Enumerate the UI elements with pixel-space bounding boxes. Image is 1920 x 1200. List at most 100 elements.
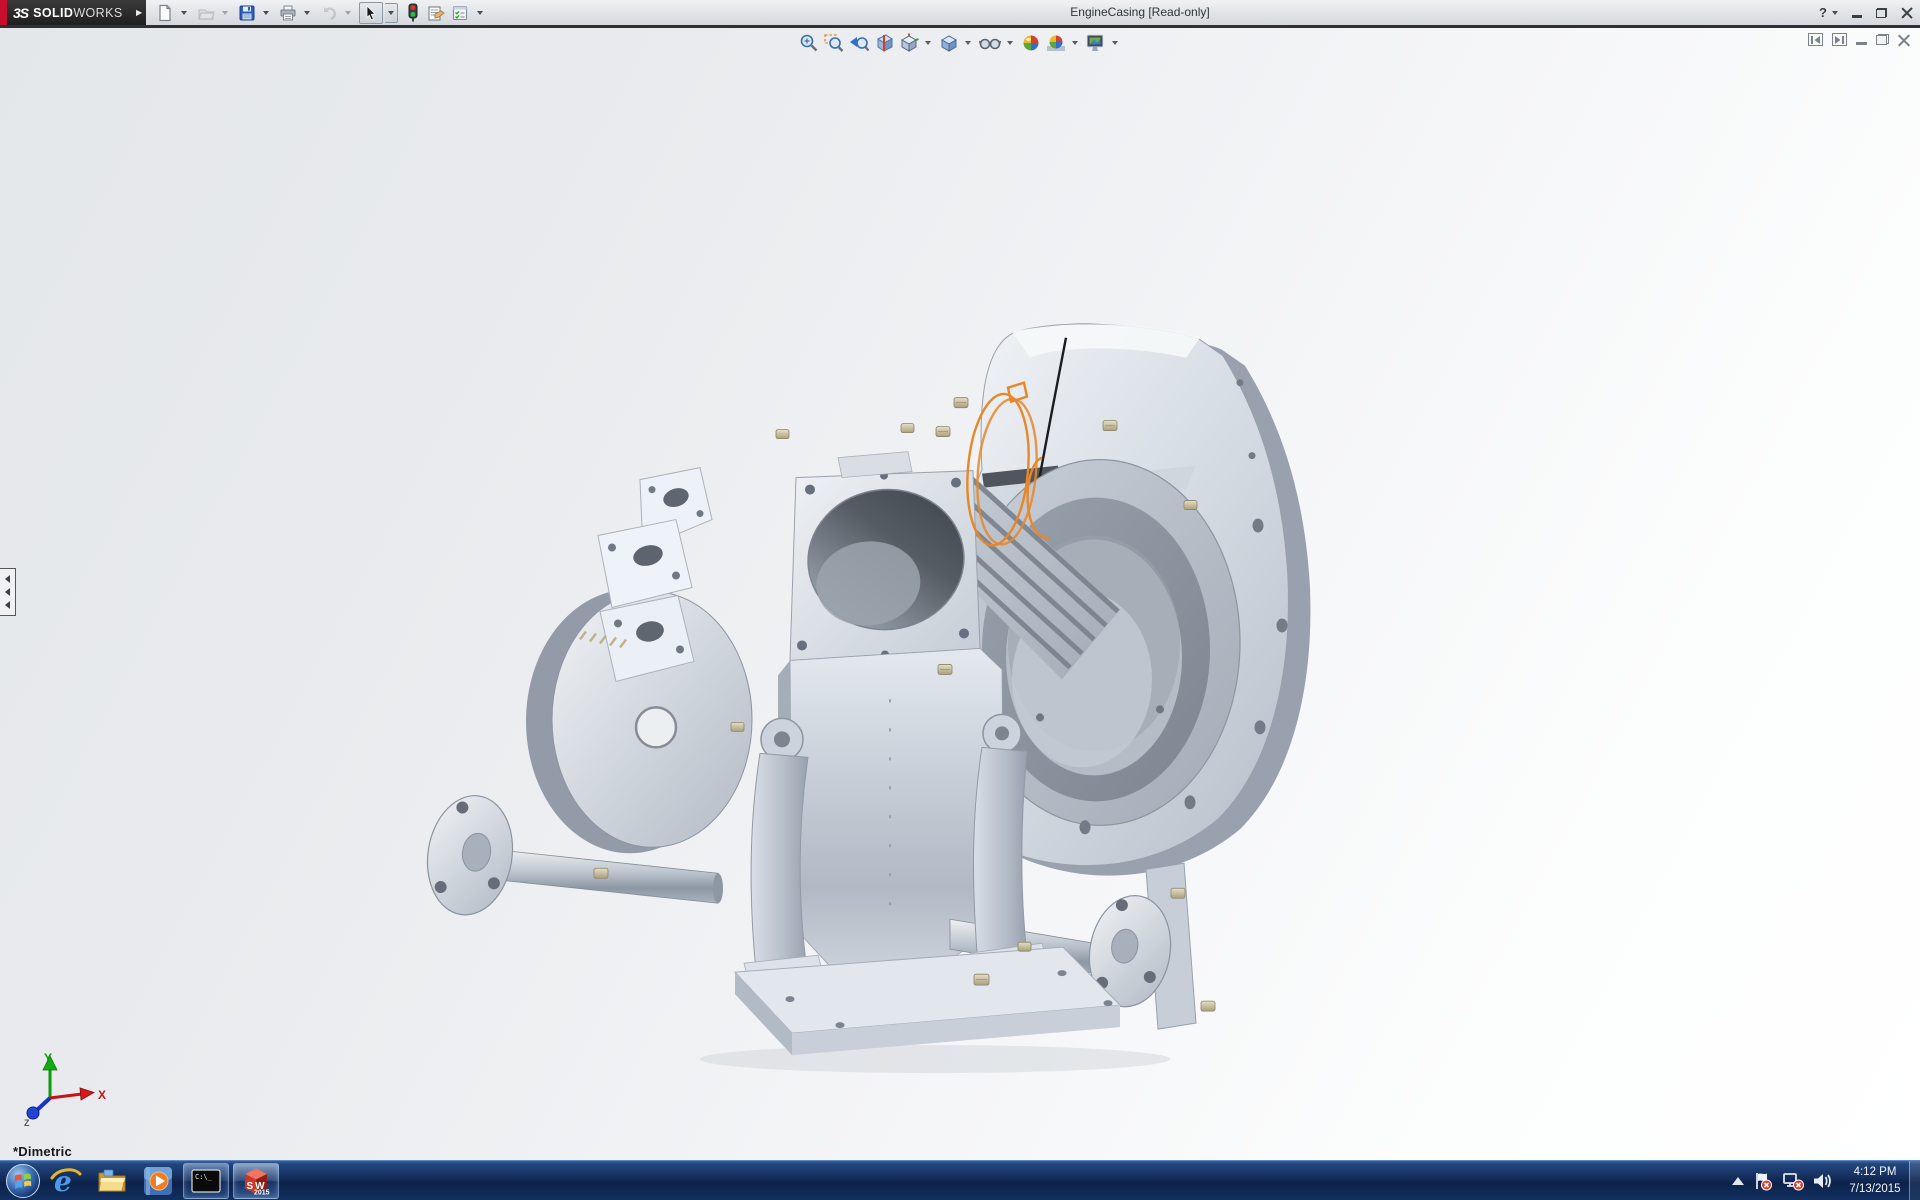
print-icon bbox=[279, 4, 297, 22]
apply-scene-button[interactable] bbox=[1045, 32, 1067, 54]
sw-year: 2015 bbox=[254, 1190, 270, 1197]
window-controls: ? bbox=[1819, 0, 1912, 25]
eyeglasses-icon bbox=[979, 33, 1001, 53]
collapse-arrow-icon bbox=[5, 575, 10, 583]
print-button[interactable] bbox=[277, 3, 299, 23]
pane-arrow-left-icon bbox=[1811, 36, 1820, 44]
windows-explorer-button[interactable] bbox=[89, 1162, 135, 1200]
show-desktop-button[interactable] bbox=[1909, 1161, 1920, 1200]
action-center-flag-icon[interactable] bbox=[1753, 1171, 1773, 1191]
view-orientation-dropdown-arrow[interactable] bbox=[925, 41, 931, 45]
windows-taskbar: e bbox=[0, 1160, 1920, 1200]
new-dropdown-arrow[interactable] bbox=[181, 11, 187, 15]
help-dropdown-arrow[interactable] bbox=[1832, 11, 1838, 15]
system-tray: 4:12 PM 7/13/2015 bbox=[1732, 1161, 1908, 1200]
media-player-button[interactable] bbox=[135, 1162, 181, 1200]
select-dropdown-arrow[interactable] bbox=[388, 11, 394, 15]
file-properties-icon bbox=[426, 4, 445, 22]
view-settings-icon bbox=[1086, 33, 1106, 53]
document-restore-button[interactable] bbox=[1876, 34, 1889, 45]
section-view-icon bbox=[874, 33, 894, 53]
collapse-arrow-icon bbox=[5, 601, 10, 609]
windows-start-icon bbox=[5, 1163, 41, 1199]
quick-access-toolbar bbox=[154, 2, 489, 24]
volume-icon[interactable] bbox=[1813, 1172, 1833, 1190]
edit-appearance-button[interactable] bbox=[1020, 32, 1042, 54]
view-orientation-label: *Dimetric bbox=[13, 1144, 72, 1159]
internet-explorer-button[interactable]: e bbox=[43, 1162, 89, 1200]
logo-text-solid: SOLID bbox=[33, 6, 73, 20]
file-properties-button[interactable] bbox=[424, 3, 447, 23]
help-button[interactable]: ? bbox=[1819, 5, 1827, 20]
feature-tree-collapse-tab[interactable] bbox=[0, 568, 16, 616]
taskbar-left: e bbox=[0, 1161, 281, 1200]
solidworks-2015-icon: SW 2015 bbox=[240, 1165, 272, 1196]
save-button[interactable] bbox=[236, 3, 258, 23]
restore-button[interactable] bbox=[1876, 8, 1887, 18]
save-icon bbox=[238, 4, 256, 22]
view-orientation-button[interactable] bbox=[898, 32, 920, 54]
options-checklist-icon bbox=[451, 4, 470, 22]
pane-arrow-right-icon bbox=[1835, 36, 1844, 44]
zoom-to-fit-icon bbox=[799, 33, 819, 53]
stoplight-icon bbox=[406, 3, 420, 22]
orientation-triad: Y X Z bbox=[16, 1050, 112, 1128]
open-dropdown-arrow[interactable] bbox=[222, 11, 228, 15]
engine-casing-model[interactable] bbox=[0, 28, 1920, 1160]
menu-flyout-arrow-icon[interactable]: ▶ bbox=[133, 0, 146, 25]
rebuild-stoplight-button[interactable] bbox=[404, 2, 422, 23]
collapse-arrow-icon bbox=[5, 588, 10, 596]
media-player-icon bbox=[143, 1166, 173, 1196]
undo-dropdown-arrow[interactable] bbox=[345, 11, 351, 15]
previous-view-button[interactable] bbox=[848, 32, 870, 54]
start-button[interactable] bbox=[3, 1161, 43, 1200]
select-button[interactable] bbox=[359, 2, 383, 24]
hide-show-items-button[interactable] bbox=[978, 32, 1002, 54]
display-style-button[interactable] bbox=[938, 32, 960, 54]
pane-toggle-right-button[interactable] bbox=[1832, 33, 1847, 46]
view-settings-dropdown-arrow[interactable] bbox=[1112, 41, 1118, 45]
undo-icon bbox=[320, 4, 338, 22]
zoom-to-area-button[interactable] bbox=[823, 32, 845, 54]
new-document-button[interactable] bbox=[154, 3, 176, 23]
command-prompt-button[interactable]: C:\_ bbox=[183, 1163, 229, 1199]
titlebar: 3S SOLIDWORKS ▶ bbox=[0, 0, 1920, 25]
hide-show-dropdown-arrow[interactable] bbox=[1007, 41, 1013, 45]
document-window-controls bbox=[1808, 33, 1910, 46]
options-dropdown-arrow[interactable] bbox=[477, 11, 483, 15]
undo-button[interactable] bbox=[318, 3, 340, 23]
new-document-icon bbox=[156, 4, 174, 22]
minimize-button[interactable] bbox=[1852, 15, 1862, 18]
zoom-to-fit-button[interactable] bbox=[798, 32, 820, 54]
solidworks-taskbar-button[interactable]: SW 2015 bbox=[233, 1163, 279, 1199]
triad-y-label: Y bbox=[44, 1051, 52, 1065]
open-document-button[interactable] bbox=[195, 3, 217, 23]
print-dropdown-arrow[interactable] bbox=[304, 11, 310, 15]
view-settings-button[interactable] bbox=[1085, 32, 1107, 54]
section-view-button[interactable] bbox=[873, 32, 895, 54]
solidworks-logo: 3S SOLIDWORKS bbox=[7, 0, 133, 25]
apply-scene-dropdown-arrow[interactable] bbox=[1072, 41, 1078, 45]
tray-expand-icon[interactable] bbox=[1732, 1177, 1744, 1186]
display-style-dropdown-arrow[interactable] bbox=[965, 41, 971, 45]
3ds-logo-icon: 3S bbox=[13, 5, 28, 21]
previous-view-icon bbox=[849, 33, 869, 53]
options-button[interactable] bbox=[449, 3, 472, 23]
triad-x-label: X bbox=[98, 1088, 106, 1102]
internet-explorer-icon: e bbox=[50, 1165, 82, 1197]
close-button[interactable] bbox=[1901, 7, 1912, 18]
tray-clock[interactable]: 4:12 PM 7/13/2015 bbox=[1842, 1164, 1908, 1197]
document-minimize-button[interactable] bbox=[1856, 42, 1867, 45]
clock-date: 7/13/2015 bbox=[1842, 1181, 1908, 1198]
graphics-viewport[interactable]: Y X Z *Dimetric bbox=[0, 28, 1920, 1160]
select-dropdown[interactable] bbox=[385, 3, 398, 23]
clock-time: 4:12 PM bbox=[1842, 1164, 1908, 1181]
document-close-button[interactable] bbox=[1898, 34, 1910, 46]
triad-z-label: Z bbox=[24, 1118, 30, 1128]
view-orientation-icon bbox=[899, 33, 919, 53]
network-error-icon[interactable] bbox=[1782, 1171, 1804, 1191]
solidworks-red-accent bbox=[0, 0, 7, 25]
save-dropdown-arrow[interactable] bbox=[263, 11, 269, 15]
command-prompt-icon: C:\_ bbox=[191, 1169, 221, 1193]
pane-toggle-left-button[interactable] bbox=[1808, 33, 1823, 46]
